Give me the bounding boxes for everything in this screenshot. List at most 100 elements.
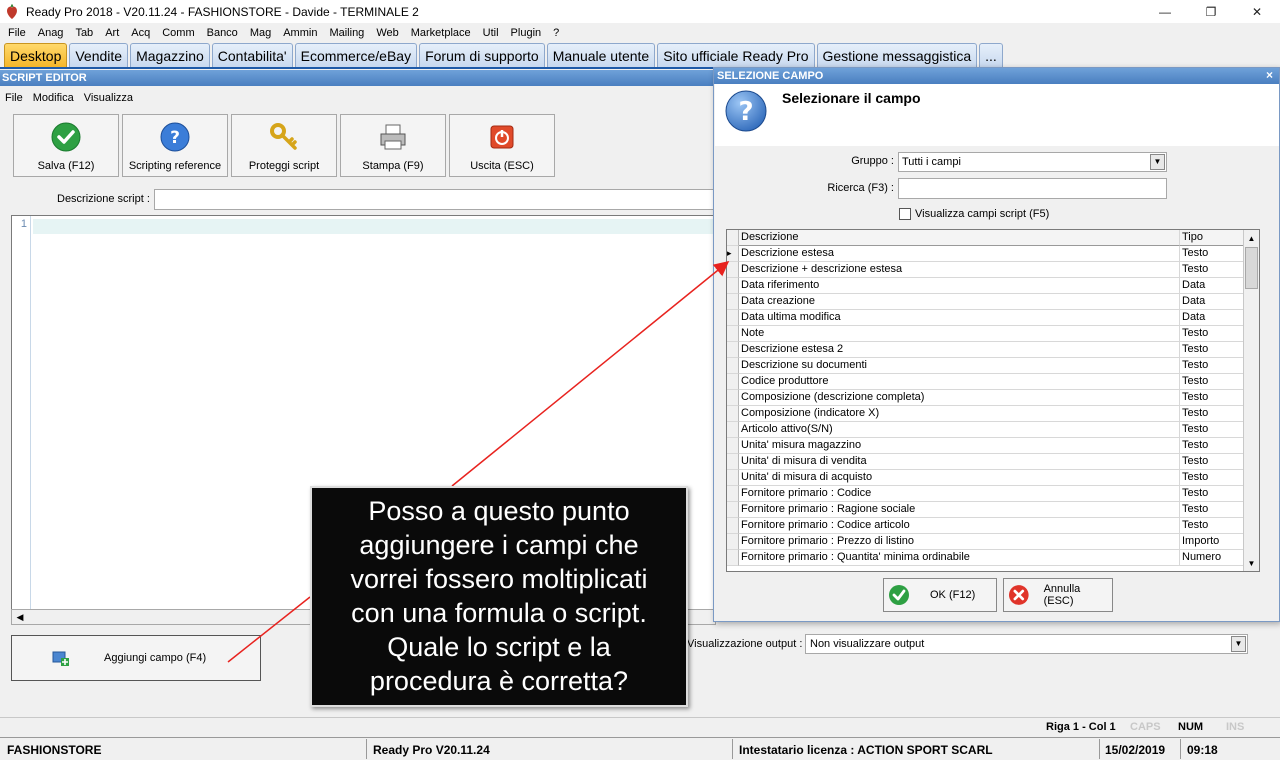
table-row[interactable]: Data ultima modifica Data xyxy=(727,310,1247,326)
help-icon: ? xyxy=(160,122,190,152)
cell-descrizione: Descrizione estesa xyxy=(739,246,1180,262)
description-input[interactable] xyxy=(154,189,716,210)
menu-mailing[interactable]: Mailing xyxy=(323,27,370,39)
tab-sito[interactable]: Sito ufficiale Ready Pro xyxy=(657,43,815,67)
chevron-down-icon[interactable]: ▼ xyxy=(1231,636,1246,652)
ok-button-label: OK (F12) xyxy=(930,589,976,601)
table-row[interactable]: Unita' di misura di acquisto Testo xyxy=(727,470,1247,486)
license-holder: Intestatario licenza : ACTION SPORT SCAR… xyxy=(739,743,993,757)
table-row[interactable]: Descrizione + descrizione estesa Testo xyxy=(727,262,1247,278)
show-script-fields-checkbox[interactable]: Visualizza campi script (F5) xyxy=(899,208,1049,220)
add-field-button[interactable]: Aggiungi campo (F4) xyxy=(11,635,261,681)
column-header-tipo[interactable]: Tipo xyxy=(1180,230,1247,246)
menu-banco[interactable]: Banco xyxy=(201,27,244,39)
table-row[interactable]: Fornitore primario : Codice Testo xyxy=(727,486,1247,502)
cell-descrizione: Articolo attivo(S/N) xyxy=(739,422,1180,438)
tab-vendite[interactable]: Vendite xyxy=(69,43,129,67)
table-row[interactable]: Unita' di misura di vendita Testo xyxy=(727,454,1247,470)
maximize-button[interactable]: ❐ xyxy=(1188,0,1234,23)
table-row[interactable]: Fornitore primario : Quantita' minima or… xyxy=(727,550,1247,566)
cell-descrizione: Descrizione + descrizione estesa xyxy=(739,262,1180,278)
menu-comm[interactable]: Comm xyxy=(156,27,200,39)
fields-grid[interactable]: Descrizione Tipo ▸ Descrizione estesa Test… xyxy=(726,229,1260,572)
tab-messaggistica[interactable]: Gestione messaggistica xyxy=(816,43,978,67)
grid-vertical-scrollbar[interactable]: ▲ ▼ xyxy=(1243,230,1259,571)
group-select[interactable]: Tutti i campi ▼ xyxy=(898,152,1167,172)
menu-file[interactable]: File xyxy=(2,27,32,39)
menu-art[interactable]: Art xyxy=(99,27,125,39)
close-button[interactable]: ✕ xyxy=(1234,0,1280,23)
table-row[interactable]: Descrizione su documenti Testo xyxy=(727,358,1247,374)
grid-header-row: Descrizione Tipo xyxy=(727,230,1247,246)
table-row[interactable]: Codice produttore Testo xyxy=(727,374,1247,390)
table-row[interactable]: Fornitore primario : Codice articolo Test… xyxy=(727,518,1247,534)
tab-manuale[interactable]: Manuale utente xyxy=(546,43,656,67)
table-row[interactable]: Composizione (indicatore X) Testo xyxy=(727,406,1247,422)
callout-line: Posso a questo punto xyxy=(368,496,630,526)
column-header-descrizione[interactable]: Descrizione xyxy=(739,230,1180,246)
cell-tipo: Testo xyxy=(1180,470,1247,486)
menu-help[interactable]: ? xyxy=(547,27,565,39)
print-button[interactable]: Stampa (F9) xyxy=(340,114,446,177)
se-menu-modifica[interactable]: Modifica xyxy=(28,92,79,104)
menu-mag[interactable]: Mag xyxy=(244,27,277,39)
table-row[interactable]: ▸ Descrizione estesa Testo xyxy=(727,246,1247,262)
script-editor-menu: File Modifica Visualizza xyxy=(0,89,716,107)
cell-tipo: Data xyxy=(1180,294,1247,310)
version-label: Ready Pro V20.11.24 xyxy=(373,743,490,757)
table-row[interactable]: Descrizione estesa 2 Testo xyxy=(727,342,1247,358)
menu-web[interactable]: Web xyxy=(370,27,404,39)
menu-tab[interactable]: Tab xyxy=(69,27,99,39)
se-menu-visualizza[interactable]: Visualizza xyxy=(79,92,138,104)
tab-forum[interactable]: Forum di supporto xyxy=(419,43,545,67)
menu-plugin[interactable]: Plugin xyxy=(505,27,548,39)
checkbox-box[interactable] xyxy=(899,208,911,220)
se-menu-file[interactable]: File xyxy=(0,92,28,104)
search-input[interactable] xyxy=(898,178,1167,199)
minimize-button[interactable]: — xyxy=(1142,0,1188,23)
menu-anag[interactable]: Anag xyxy=(32,27,70,39)
cancel-button[interactable]: Annulla (ESC) xyxy=(1003,578,1113,612)
row-indicator xyxy=(727,294,739,310)
protect-script-button[interactable]: Proteggi script xyxy=(231,114,337,177)
scroll-up-arrow-icon[interactable]: ▲ xyxy=(1244,230,1259,246)
row-indicator xyxy=(727,262,739,278)
table-row[interactable]: Data creazione Data xyxy=(727,294,1247,310)
table-row[interactable]: Fornitore primario : Ragione sociale Test… xyxy=(727,502,1247,518)
scroll-thumb[interactable] xyxy=(1245,247,1258,289)
group-chevron-down-icon[interactable]: ▼ xyxy=(1150,154,1165,170)
tab-contabilita[interactable]: Contabilita' xyxy=(211,43,293,67)
menu-acq[interactable]: Acq xyxy=(125,27,156,39)
cell-descrizione: Fornitore primario : Codice xyxy=(739,486,1180,502)
cell-descrizione: Unita' di misura di vendita xyxy=(739,454,1180,470)
tab-more[interactable]: ... xyxy=(979,43,1003,67)
table-row[interactable]: Articolo attivo(S/N) Testo xyxy=(727,422,1247,438)
dialog-heading: Selezionare il campo xyxy=(782,90,921,106)
callout-line: con una formula o script. xyxy=(351,598,647,628)
tab-magazzino[interactable]: Magazzino xyxy=(130,43,210,67)
menu-util[interactable]: Util xyxy=(477,27,505,39)
ok-button[interactable]: OK (F12) xyxy=(883,578,997,612)
table-row[interactable]: Fornitore primario : Prezzo di listino Im… xyxy=(727,534,1247,550)
save-button[interactable]: Salva (F12) xyxy=(13,114,119,177)
title-bar: Ready Pro 2018 - V20.11.24 - FASHIONSTOR… xyxy=(0,0,1280,23)
table-row[interactable]: Unita' misura magazzino Testo xyxy=(727,438,1247,454)
scroll-down-arrow-icon[interactable]: ▼ xyxy=(1244,555,1259,571)
menu-ammin[interactable]: Ammin xyxy=(277,27,323,39)
scripting-reference-button[interactable]: ? Scripting reference xyxy=(122,114,228,177)
table-row[interactable]: Data riferimento Data xyxy=(727,278,1247,294)
output-visualization-select[interactable]: Non visualizzare output ▼ xyxy=(805,634,1248,654)
table-row[interactable]: Composizione (descrizione completa) Testo xyxy=(727,390,1247,406)
tab-desktop[interactable]: Desktop xyxy=(4,43,68,67)
cell-descrizione: Composizione (indicatore X) xyxy=(739,406,1180,422)
cell-descrizione: Descrizione su documenti xyxy=(739,358,1180,374)
tab-ecommerce[interactable]: Ecommerce/eBay xyxy=(294,43,418,67)
key-icon xyxy=(269,122,299,152)
exit-button[interactable]: Uscita (ESC) xyxy=(449,114,555,177)
menu-marketplace[interactable]: Marketplace xyxy=(405,27,477,39)
table-row[interactable]: Note Testo xyxy=(727,326,1247,342)
scroll-left-arrow-icon[interactable]: ◀ xyxy=(12,610,28,624)
dialog-close-button[interactable]: × xyxy=(1266,68,1273,82)
cell-descrizione: Unita' di misura di acquisto xyxy=(739,470,1180,486)
cancel-button-label: Annulla (ESC) xyxy=(1043,583,1081,607)
